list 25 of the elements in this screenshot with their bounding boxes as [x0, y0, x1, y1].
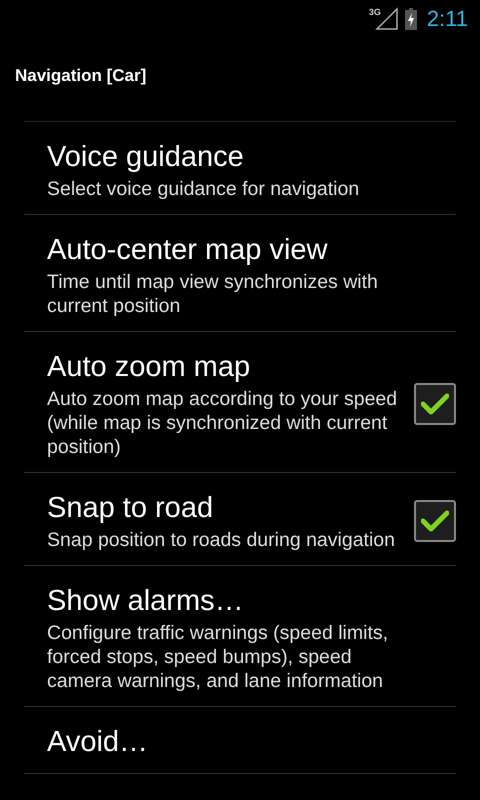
preference-item[interactable]: Auto-center map view Time until map view synchronizes with current position [24, 215, 456, 332]
preference-title: Avoid… [47, 725, 150, 760]
preference-summary: Auto zoom map according to your speed (while map is synchronized with current position) [47, 387, 398, 459]
preference-item[interactable]: Voice guidance Select voice guidance for navigation [24, 122, 456, 215]
battery-charging-icon [404, 8, 417, 30]
preference-summary: Configure traffic warnings (speed limits, forced stops, speed bumps), speed camera warnings, and lane information [47, 621, 390, 693]
preference-title: Auto zoom map [47, 350, 252, 385]
preference-title: Snap to road [47, 491, 214, 526]
preference-title: Voice guidance [47, 140, 245, 175]
preference-item[interactable]: Auto zoom map Auto zoom map according to your speed (while map is synchronized with current position) [24, 332, 456, 473]
preference-item[interactable]: Show alarms… Configure traffic warnings (speed limits, forced stops, speed bumps), speed camera warnings, and lane information [24, 566, 456, 707]
checkbox[interactable] [414, 383, 456, 425]
clock: 2:11 [426, 6, 468, 32]
preference-item[interactable]: Snap to road Snap position to roads during navigation [24, 473, 456, 566]
preference-title: Show alarms… [47, 584, 245, 619]
checkmark-icon [421, 510, 449, 532]
checkmark-icon [421, 393, 449, 415]
preference-title: Auto-center map view [47, 233, 328, 268]
preference-summary: Time until map view synchronizes with current position [47, 270, 379, 318]
checkbox[interactable] [414, 500, 456, 542]
preference-item[interactable]: Avoid… [24, 707, 456, 774]
preference-summary: Select voice guidance for navigation [47, 177, 360, 201]
network-label: 3G [368, 7, 381, 17]
screen-title: Navigation [Car] [14, 65, 148, 87]
preference-summary: Snap position to roads during navigation [47, 528, 396, 552]
